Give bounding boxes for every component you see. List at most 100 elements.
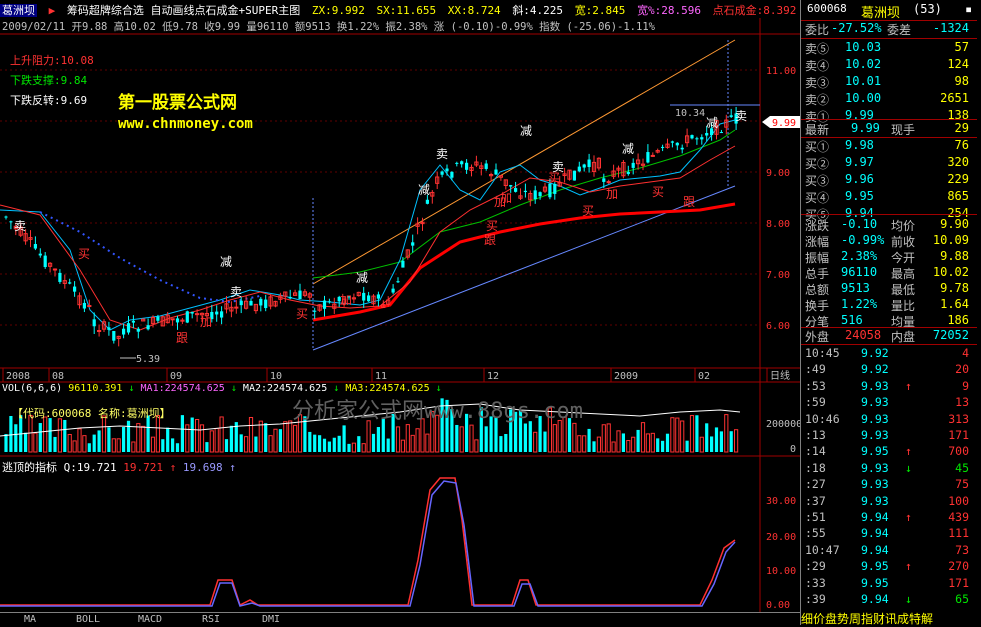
volume-bar-up	[645, 433, 650, 453]
candle-up	[621, 159, 626, 179]
volume-bar-up	[650, 432, 655, 453]
tick-row: :39 9.94 ↓ 65	[801, 592, 977, 607]
bid-price: 9.97	[845, 155, 874, 169]
candle-down	[288, 289, 292, 300]
indicator-axis-tick: 20.00	[766, 532, 796, 543]
candle-up	[469, 164, 474, 177]
volume-bar-up	[395, 426, 401, 453]
volume-bar-down	[705, 423, 709, 452]
bid-row: 买② 9.97 320	[801, 155, 977, 171]
now-hand-label: 现手	[891, 123, 916, 137]
volume-bar-down	[53, 436, 57, 452]
candle-down	[215, 305, 219, 322]
signal-label: 减	[520, 124, 532, 138]
tick-volume: 9	[962, 378, 969, 393]
candle-down	[327, 298, 331, 304]
tick-time: :53	[805, 378, 826, 393]
volume-bar-down	[264, 423, 268, 452]
signal-label: 卖	[14, 219, 26, 233]
volume-bar-up	[209, 430, 214, 453]
candle-down	[631, 158, 635, 175]
stat-value: 186	[947, 313, 969, 327]
tick-time: :13	[805, 428, 826, 442]
signal-label: 减	[622, 142, 634, 156]
volume-bar-up	[611, 441, 616, 453]
tab-boll[interactable]: BOLL	[76, 614, 100, 625]
volume-bar-down	[719, 431, 723, 452]
tick-time: :59	[805, 395, 826, 410]
current-price-tag: 9.99	[772, 118, 796, 129]
chart-area[interactable]: 葛洲坝 ▶ 筹码超牌综合选 自动画线点石成金+SUPER主图 ZX:9.992 …	[0, 0, 800, 625]
candle-down	[411, 234, 415, 253]
candle-up	[317, 304, 322, 312]
stat-value: -0.99%	[841, 233, 885, 247]
quote-menu-icon[interactable]: ▪	[965, 2, 972, 16]
stat-value: 1.64	[940, 297, 969, 311]
candle-up	[273, 300, 278, 308]
tick-price: 9.92	[861, 346, 889, 360]
quote-header: 600068 葛洲坝 (53) ▪	[805, 2, 981, 21]
candle-up	[141, 318, 146, 322]
bid-price: 9.95	[845, 189, 874, 203]
tick-time: :33	[805, 575, 826, 590]
volume-bar-down	[97, 430, 101, 452]
candle-down	[661, 144, 665, 152]
volume-bar-down	[38, 423, 42, 452]
tick-row: :33 9.95 171	[801, 576, 977, 591]
volume-bar-up	[82, 435, 87, 453]
tick-volume: 171	[948, 428, 969, 442]
volume-bar-up	[351, 442, 356, 453]
volume-bar-up	[101, 415, 107, 453]
tick-row: :59 9.93 13	[801, 395, 977, 410]
tick-price: 9.93	[861, 460, 889, 475]
tab-dmi[interactable]: DMI	[262, 614, 280, 625]
bottom-quote-tabs[interactable]: 细价盘势周指财讯成特解	[801, 610, 981, 627]
tick-volume: 73	[955, 542, 969, 557]
candle-up	[415, 217, 420, 235]
date-axis-tick: 08	[52, 371, 64, 382]
tab-macd[interactable]: MACD	[138, 614, 162, 625]
volume-bar-up	[116, 438, 121, 453]
volume-bar-up	[699, 436, 704, 453]
candle-down	[396, 277, 400, 283]
tick-time: :51	[805, 510, 826, 524]
volume-bar-down	[87, 443, 91, 452]
arrow-down-icon: ↓	[905, 460, 912, 475]
reversal-label: 下跌反转:9.69	[10, 94, 88, 107]
tick-price: 9.93	[861, 477, 889, 492]
ask-label: 卖②	[805, 93, 830, 107]
candle-down	[4, 215, 8, 220]
signal-label: 减	[220, 255, 232, 269]
volume-bar-up	[582, 435, 587, 453]
candle-down	[146, 318, 150, 331]
candle-up	[596, 157, 601, 171]
volume-bar-up	[199, 424, 205, 453]
candle-up	[616, 165, 621, 178]
tick-time: 10:47	[805, 542, 840, 557]
signal-label: 买	[78, 247, 90, 261]
upper-channel-line	[312, 39, 736, 285]
volume-bar-up	[155, 415, 161, 453]
volume-bar-up	[425, 433, 430, 453]
stat-row: 换手 1.22% 量比 1.64	[801, 297, 977, 313]
volume-bar-up	[131, 441, 136, 453]
vol-label: VOL(6,6,6)	[2, 383, 63, 394]
ask-row: 卖③ 10.01 98	[801, 74, 977, 90]
bid-row: 买④ 9.95 865	[801, 189, 977, 205]
candle-down	[680, 144, 684, 154]
stat-value: 9.88	[940, 249, 969, 263]
quote-stock-name: 葛洲坝	[861, 6, 901, 21]
wecha-value: -1324	[932, 21, 969, 35]
stat-value: 96110	[841, 265, 878, 279]
ask-row: 卖② 10.00 2651	[801, 91, 977, 107]
volume-bar-up	[410, 434, 415, 453]
tick-volume: 171	[948, 575, 969, 590]
volume-bar-up	[670, 417, 675, 453]
tick-volume: 313	[948, 411, 969, 426]
tab-rsi[interactable]: RSI	[202, 614, 220, 625]
tab-ma[interactable]: MA	[24, 614, 36, 625]
candle-down	[533, 185, 537, 204]
date-axis-tick: 11	[375, 371, 387, 382]
price-axis-tick: 8.00	[766, 219, 790, 230]
tick-time: :39	[805, 592, 826, 606]
